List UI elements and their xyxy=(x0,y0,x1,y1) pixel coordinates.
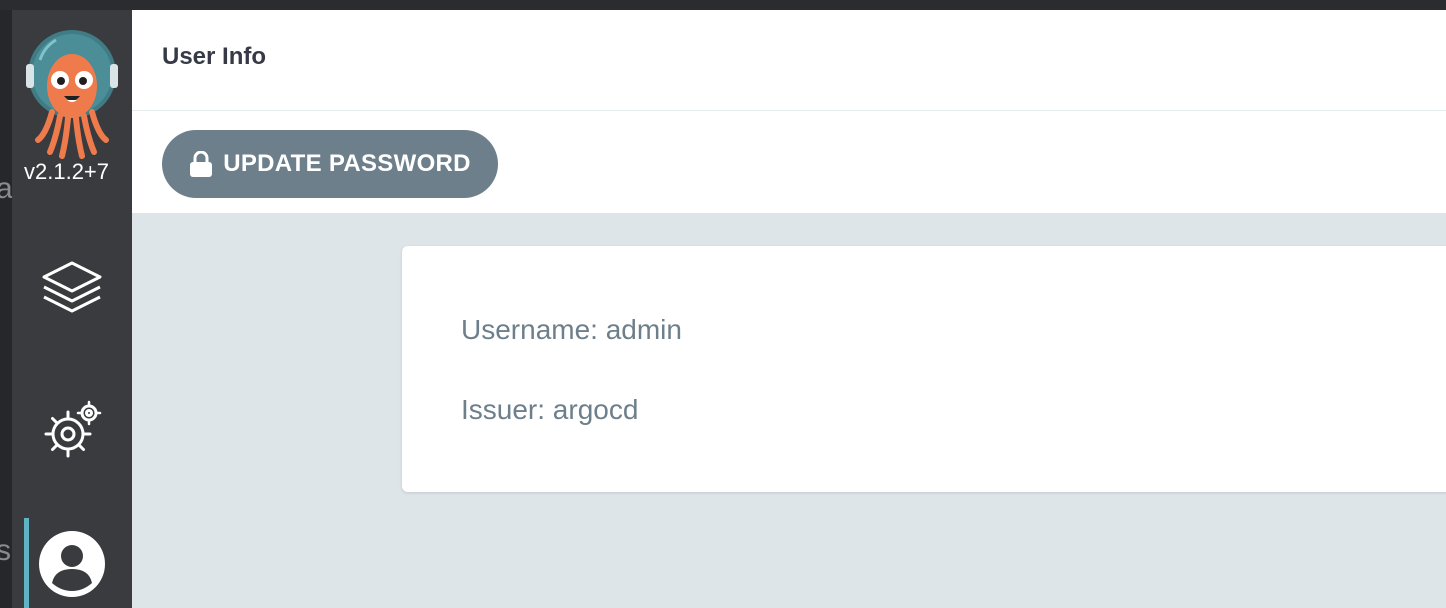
main-content: User Info UPDATE PASSWORD Username: admi… xyxy=(132,10,1446,608)
sidebar-item-applications[interactable] xyxy=(38,255,106,323)
layers-icon xyxy=(42,261,102,313)
update-password-button[interactable]: UPDATE PASSWORD xyxy=(162,130,498,198)
toolbar: UPDATE PASSWORD xyxy=(132,111,1446,213)
page-title: User Info xyxy=(162,43,267,70)
active-nav-indicator xyxy=(24,518,29,608)
sidebar-item-user-info[interactable] xyxy=(38,530,106,598)
user-info-card: Username: admin Issuer: argocd xyxy=(402,246,1446,492)
argo-logo[interactable] xyxy=(26,30,118,160)
user-icon xyxy=(39,531,105,597)
username-text: Username: admin xyxy=(461,314,682,345)
update-password-label: UPDATE PASSWORD xyxy=(223,150,471,177)
sidebar-item-settings[interactable] xyxy=(38,396,106,464)
gear-icon xyxy=(44,400,102,458)
lock-icon xyxy=(190,151,213,177)
adjacent-window-edge: a s xyxy=(0,10,12,608)
sidebar: v2.1.2+7 xyxy=(12,10,132,608)
issuer-text: Issuer: argocd xyxy=(461,394,639,425)
window-top-strip xyxy=(0,0,1446,10)
edge-text-fragment: a xyxy=(0,172,12,205)
argo-octopus-icon xyxy=(26,30,118,159)
page-header: User Info xyxy=(132,10,1446,111)
edge-text-fragment: s xyxy=(0,534,11,567)
app-version: v2.1.2+7 xyxy=(24,159,110,184)
